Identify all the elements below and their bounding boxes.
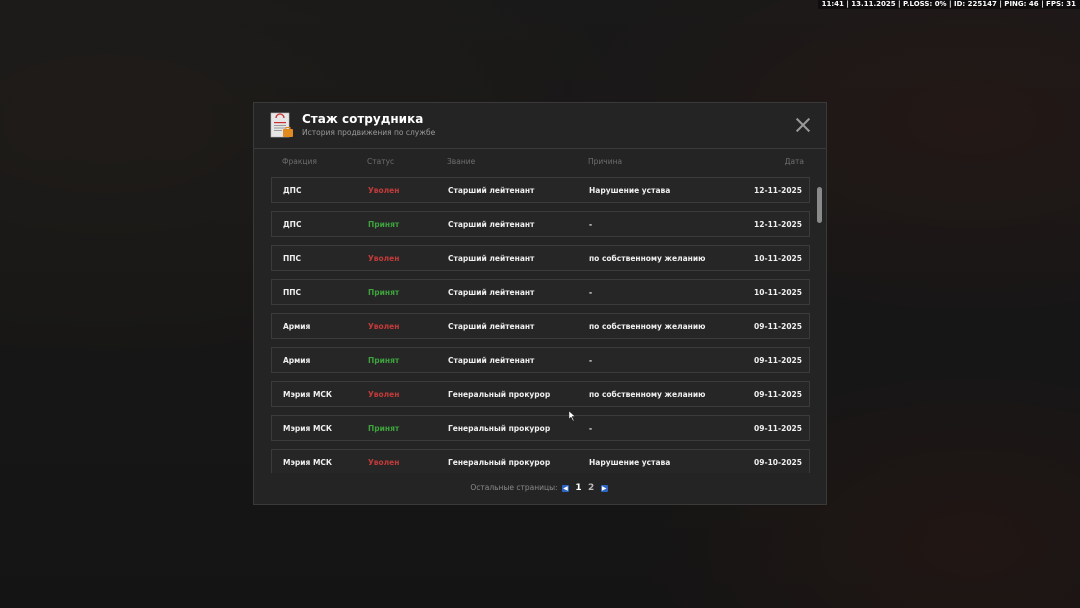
- row-status: Принят: [368, 220, 400, 229]
- row-status: Уволен: [368, 186, 400, 195]
- row-faction: Мэрия МСК: [283, 458, 333, 467]
- close-icon[interactable]: [796, 118, 810, 132]
- row-reason: Нарушение устава: [589, 458, 671, 467]
- page-button-2[interactable]: 2: [588, 483, 594, 493]
- row-reason: по собственному желанию: [589, 322, 706, 331]
- document-icon: [270, 112, 293, 138]
- hud-stats: 11:41 | 13.11.2025 | P.LOSS: 0% | ID: 22…: [817, 0, 1080, 9]
- row-date: 09-10-2025: [754, 458, 802, 467]
- row-date: 12-11-2025: [754, 220, 802, 229]
- table-row[interactable]: ДПС Уволен Старший лейтенант Нарушение у…: [271, 177, 810, 203]
- row-date: 09-11-2025: [754, 322, 802, 331]
- row-date: 12-11-2025: [754, 186, 802, 195]
- history-table-body: ДПС Уволен Старший лейтенант Нарушение у…: [271, 177, 811, 473]
- row-reason: по собственному желанию: [589, 254, 706, 263]
- modal-subtitle: История продвижения по службе: [302, 128, 436, 137]
- row-status: Принят: [368, 288, 400, 297]
- row-rank: Старший лейтенант: [448, 254, 535, 263]
- arrow-left-icon[interactable]: ◀: [561, 484, 569, 492]
- row-rank: Старший лейтенант: [448, 322, 535, 331]
- column-reason: Причина: [588, 157, 623, 166]
- row-date: 10-11-2025: [754, 288, 802, 297]
- row-reason: по собственному желанию: [589, 390, 706, 399]
- row-faction: Армия: [283, 322, 311, 331]
- row-reason: -: [589, 356, 593, 365]
- row-date: 09-11-2025: [754, 424, 802, 433]
- row-status: Уволен: [368, 254, 400, 263]
- row-faction: Армия: [283, 356, 311, 365]
- table-row[interactable]: Мэрия МСК Уволен Генеральный прокурор На…: [271, 449, 810, 473]
- pagination-label: Остальные страницы:: [470, 483, 558, 492]
- table-row[interactable]: ППС Уволен Старший лейтенант по собствен…: [271, 245, 810, 271]
- table-row[interactable]: ДПС Принят Старший лейтенант - 12-11-202…: [271, 211, 810, 237]
- table-row[interactable]: ППС Принят Старший лейтенант - 10-11-202…: [271, 279, 810, 305]
- modal-header: Стаж сотрудника История продвижения по с…: [254, 103, 826, 149]
- column-date: Дата: [784, 157, 804, 166]
- row-faction: Мэрия МСК: [283, 424, 333, 433]
- table-row[interactable]: Мэрия МСК Уволен Генеральный прокурор по…: [271, 381, 810, 407]
- pagination: Остальные страницы: ◀ 1 2 ▶: [254, 483, 826, 493]
- table-row[interactable]: Мэрия МСК Принят Генеральный прокурор - …: [271, 415, 810, 441]
- modal-title: Стаж сотрудника: [302, 112, 424, 126]
- row-rank: Генеральный прокурор: [448, 458, 551, 467]
- employee-service-modal: Стаж сотрудника История продвижения по с…: [253, 102, 827, 505]
- row-rank: Старший лейтенант: [448, 220, 535, 229]
- row-status: Принят: [368, 356, 400, 365]
- row-rank: Старший лейтенант: [448, 356, 535, 365]
- row-reason: Нарушение устава: [589, 186, 671, 195]
- mouse-cursor-icon: [569, 411, 576, 421]
- row-reason: -: [589, 424, 593, 433]
- row-faction: ДПС: [283, 186, 302, 195]
- column-faction: Фракция: [282, 157, 317, 166]
- column-status: Статус: [367, 157, 395, 166]
- row-reason: -: [589, 220, 593, 229]
- table-header: Фракция Статус Звание Причина Дата: [271, 157, 811, 169]
- row-faction: ППС: [283, 288, 302, 297]
- row-faction: Мэрия МСК: [283, 390, 333, 399]
- row-rank: Генеральный прокурор: [448, 390, 551, 399]
- row-rank: Старший лейтенант: [448, 288, 535, 297]
- row-reason: -: [589, 288, 593, 297]
- row-date: 10-11-2025: [754, 254, 802, 263]
- page-button-1[interactable]: 1: [575, 483, 581, 493]
- arrow-right-icon[interactable]: ▶: [600, 484, 608, 492]
- scrollbar-thumb[interactable]: [817, 187, 822, 223]
- row-status: Уволен: [368, 322, 400, 331]
- column-rank: Звание: [447, 157, 476, 166]
- row-rank: Генеральный прокурор: [448, 424, 551, 433]
- table-row[interactable]: Армия Принят Старший лейтенант - 09-11-2…: [271, 347, 810, 373]
- row-date: 09-11-2025: [754, 356, 802, 365]
- row-status: Уволен: [368, 458, 400, 467]
- row-date: 09-11-2025: [754, 390, 802, 399]
- row-rank: Старший лейтенант: [448, 186, 535, 195]
- row-status: Уволен: [368, 390, 400, 399]
- row-status: Принят: [368, 424, 400, 433]
- table-row[interactable]: Армия Уволен Старший лейтенант по собств…: [271, 313, 810, 339]
- row-faction: ППС: [283, 254, 302, 263]
- row-faction: ДПС: [283, 220, 302, 229]
